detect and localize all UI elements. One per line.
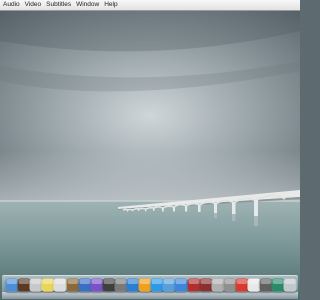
trash-icon[interactable] <box>283 278 297 292</box>
menu-window[interactable]: Window <box>71 0 99 10</box>
dock-shelf <box>2 292 298 299</box>
desktop: Audio Video Subtitles Window Help <box>0 0 300 300</box>
menu-bar: Audio Video Subtitles Window Help <box>0 0 300 11</box>
menu-help[interactable]: Help <box>99 0 117 10</box>
menu-audio[interactable]: Audio <box>0 0 20 10</box>
menu-video[interactable]: Video <box>20 0 42 10</box>
menu-subtitles[interactable]: Subtitles <box>41 0 71 10</box>
desktop-wallpaper <box>0 11 300 300</box>
dock <box>2 275 298 299</box>
